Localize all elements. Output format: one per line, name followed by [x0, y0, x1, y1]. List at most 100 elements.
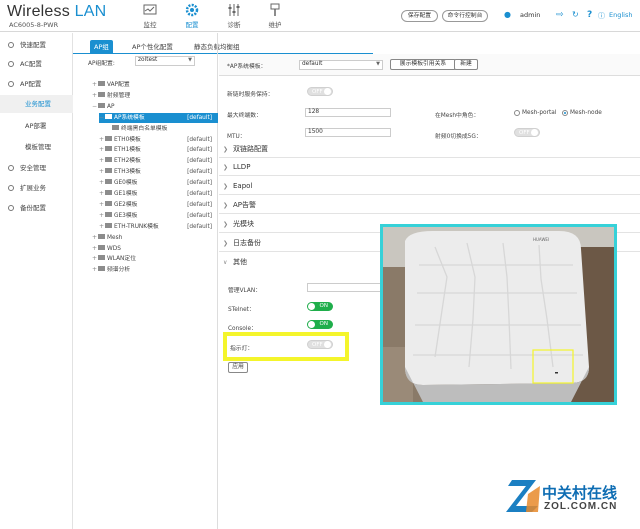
nav-config[interactable]: 配置	[175, 3, 209, 29]
tree-row[interactable]: + WLAN定位	[92, 254, 218, 264]
tree-row[interactable]: + GE2模板 [default]	[99, 200, 218, 210]
section-ap-alarm[interactable]: ❯ AP告警	[219, 197, 640, 214]
folder-icon	[105, 157, 112, 163]
tree-row-default: [default]	[187, 223, 212, 230]
folder-icon	[98, 81, 105, 86]
tree-row[interactable]: + ETH3模板 [default]	[99, 167, 218, 177]
folder-icon	[98, 255, 105, 261]
tree-row[interactable]: 终端黑白名单模板	[106, 124, 218, 134]
mtu-label: MTU：	[227, 134, 246, 140]
mtu-input[interactable]: 1500	[305, 128, 391, 137]
nav-diagnose[interactable]: 诊断	[217, 3, 251, 29]
radio5g-toggle[interactable]: OFF	[514, 128, 540, 137]
tree-row-label: 频谱分析	[107, 267, 131, 274]
tree-row[interactable]: + ETH-TRUNK模板 [default]	[99, 222, 218, 232]
tree-row[interactable]: + GE1模板 [default]	[99, 189, 218, 199]
tree-row[interactable]: − AP系统模板 [default]	[99, 112, 218, 123]
device-model: AC6005-8-PWR	[9, 21, 59, 29]
radio5g-label: 射频0切换成5G：	[435, 134, 482, 140]
nav-maintain[interactable]: 维护	[258, 3, 292, 29]
new-template-button[interactable]: 新建	[454, 59, 478, 70]
help-icon[interactable]: ?	[587, 10, 592, 20]
keepalive-label: 新链时服务保持：	[227, 92, 274, 98]
sidebar-item-ap-deploy[interactable]: AP部署	[0, 117, 73, 135]
show-reference-button[interactable]: 展示模板引用关系	[390, 59, 456, 70]
save-config-button[interactable]: 保存配置	[401, 10, 438, 22]
ap-group-select[interactable]: zoltest ▼	[135, 56, 195, 66]
section-eapol[interactable]: ❯ Eapol	[219, 178, 640, 195]
plus-circle-icon	[8, 205, 14, 211]
tree-row-default: [default]	[187, 180, 212, 187]
tree-row-label: AP系统模板	[114, 114, 145, 121]
tree-row[interactable]: + VAP配置	[92, 80, 218, 90]
tree-row[interactable]: + GE0模板 [default]	[99, 178, 218, 188]
plus-circle-icon	[8, 61, 14, 67]
section-lldp[interactable]: ❯ LLDP	[219, 159, 640, 176]
highlight-led	[223, 332, 349, 361]
tree-row-label: Mesh	[107, 234, 123, 241]
mgmt-vlan-label: 管理VLAN：	[228, 288, 262, 294]
mesh-portal-radio[interactable]	[514, 110, 520, 116]
mesh-node-radio[interactable]	[562, 110, 568, 116]
tree-row[interactable]: + GE3模板 [default]	[99, 211, 218, 221]
template-select[interactable]: default ▼	[299, 60, 383, 70]
tree-row[interactable]: + 射频管理	[92, 91, 218, 101]
tree-row[interactable]: − AP	[92, 102, 218, 112]
chevron-right-icon: ❯	[223, 221, 229, 228]
chevron-down-icon: ∨	[223, 259, 228, 266]
chevron-down-icon: ▼	[376, 61, 380, 67]
command-line-button[interactable]: 命令行控制台	[442, 10, 488, 22]
chevron-right-icon: ❯	[223, 202, 229, 209]
info-icon[interactable]: ⓘ	[598, 11, 605, 21]
ap-device-image: HUAWEI	[383, 227, 614, 402]
tree-row-label: AP	[107, 103, 115, 110]
stelnet-label: STelnet：	[228, 307, 255, 313]
mesh-role-label: 在Mesh中角色：	[435, 113, 480, 119]
sidebar-item-template-mgmt[interactable]: 模板管理	[0, 138, 73, 156]
tree-row-label: WDS	[107, 245, 121, 252]
sliders-icon	[225, 3, 243, 17]
sidebar-item-backup[interactable]: 备份配置	[0, 199, 73, 217]
sidebar-item-security[interactable]: 安全管理	[0, 159, 73, 177]
sidebar-item-ap-config[interactable]: AP配置	[0, 75, 73, 93]
console-toggle[interactable]: ON	[307, 320, 333, 329]
tree-row[interactable]: + ETH2模板 [default]	[99, 156, 218, 166]
logout-icon[interactable]: ⇨	[556, 10, 564, 20]
keepalive-toggle[interactable]: OFF	[307, 87, 333, 96]
section-dual-link[interactable]: ❯ 双链路配置	[219, 141, 640, 158]
tree-row[interactable]: + ETH1模板 [default]	[99, 145, 218, 155]
brand-title: Wireless LAN	[7, 3, 107, 20]
language-link[interactable]: English	[609, 11, 632, 19]
device-brand: HUAWEI	[533, 237, 549, 242]
minus-circle-icon	[8, 81, 14, 87]
folder-icon	[105, 200, 112, 206]
tree-row-label: ETH3模板	[114, 169, 141, 176]
zol-logo-icon	[506, 480, 540, 512]
tree-row[interactable]: + WDS	[92, 244, 218, 254]
chevron-right-icon: ❯	[223, 240, 229, 247]
ap-group-label: AP组配置:	[88, 61, 115, 67]
user-icon: ●	[504, 10, 511, 19]
apply-button[interactable]: 应用	[228, 362, 248, 373]
tree-row-default: [default]	[187, 114, 212, 121]
tree-row-label: ETH1模板	[114, 147, 141, 154]
folder-icon	[105, 222, 112, 228]
tree-row[interactable]: + Mesh	[92, 233, 218, 243]
sidebar-item-ac-config[interactable]: AC配置	[0, 55, 73, 73]
max-users-input[interactable]: 128	[305, 108, 391, 117]
refresh-icon[interactable]: ↻	[572, 10, 579, 19]
device-photo: HUAWEI	[380, 224, 617, 405]
stelnet-toggle[interactable]: ON	[307, 302, 333, 311]
nav-monitor[interactable]: 监控	[133, 3, 167, 29]
folder-icon	[105, 211, 112, 217]
sidebar-item-service-config[interactable]: 业务配置	[0, 95, 73, 113]
plus-circle-icon	[8, 42, 14, 48]
tree-row[interactable]: + ETH0模板 [default]	[99, 135, 218, 145]
tree-row[interactable]: + 频谱分析	[92, 265, 218, 275]
max-users-label: 最大终端数：	[227, 113, 262, 119]
sidebar-item-extended[interactable]: 扩展业务	[0, 179, 73, 197]
folder-icon	[112, 124, 119, 130]
ac-web-ui: { "header":{"brand_main":"Wireless","bra…	[0, 0, 640, 529]
sidebar-item-quick-config[interactable]: 快速配置	[0, 36, 73, 54]
tree-row-label: GE0模板	[114, 180, 138, 187]
